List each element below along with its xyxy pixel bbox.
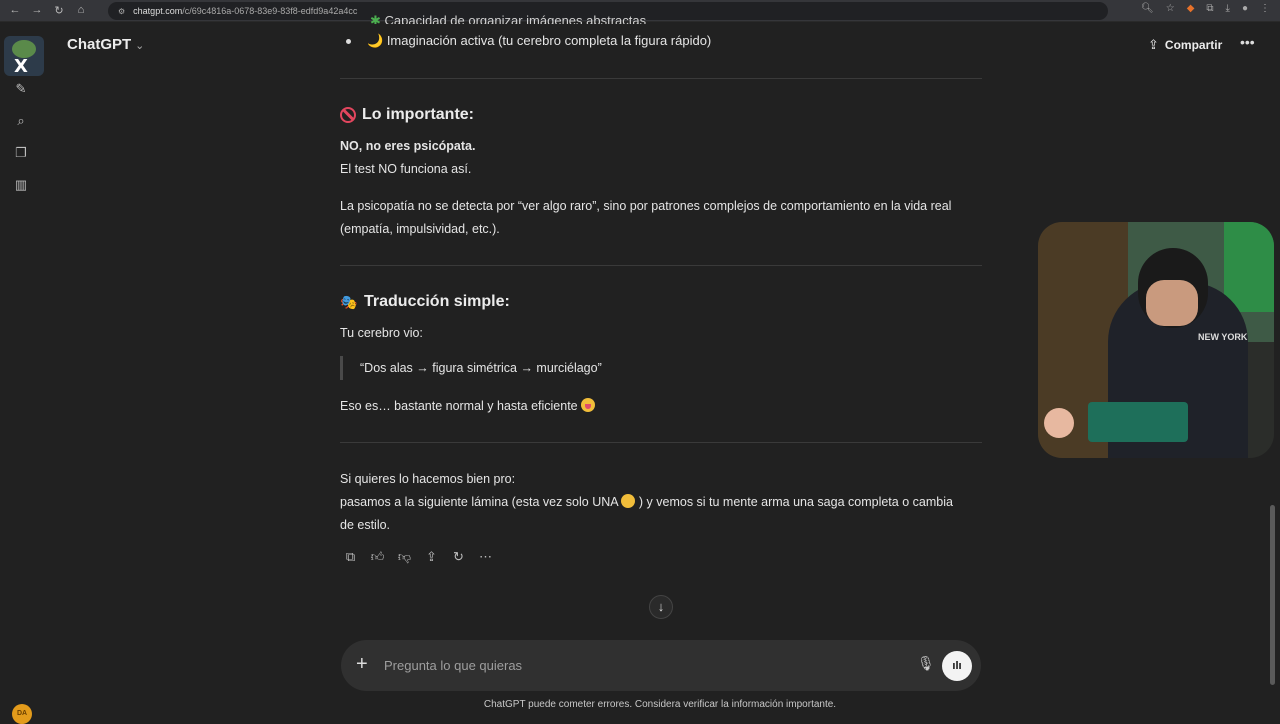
images-icon[interactable]: ❐ <box>12 144 30 162</box>
site-info-icon[interactable]: ⚙ <box>118 7 125 16</box>
section-heading-translation: 🎭 Traducción simple: <box>340 293 510 311</box>
paragraph-text: Eso es… bastante normal y hasta eficient… <box>340 399 578 413</box>
library-icon[interactable]: ▥ <box>12 176 30 194</box>
section-heading-important: Lo importante: <box>340 106 474 124</box>
closing-line: Si quieres lo hacemos bien pro: <box>340 472 516 486</box>
intro-line: Tu cerebro vio: <box>340 326 423 340</box>
thumbs-down-icon[interactable]: 👎︎ <box>396 549 413 565</box>
truncated-bullet-text: Capacidad de organizar imágenes abstract… <box>384 13 647 24</box>
scrollbar[interactable] <box>1270 505 1275 685</box>
webcam-green-light <box>1224 222 1274 312</box>
webcam-sticker <box>1044 408 1074 438</box>
message-actions: ⧉ 👍︎ 👎︎ ⇪ ↻ ⋯ <box>342 549 494 565</box>
profile-icon[interactable]: ● <box>1242 3 1248 14</box>
extensions-puzzle-icon[interactable]: ⧉ <box>1206 3 1213 14</box>
paragraph: La psicopatía no se detecta por “ver alg… <box>340 199 952 236</box>
share-icon: ⇪ <box>1148 37 1159 52</box>
zoom-icon[interactable]: 🔍︎ <box>1141 3 1154 14</box>
url-host: chatgpt.com <box>133 6 183 16</box>
webcam-person-face <box>1146 280 1198 326</box>
no-entry-icon <box>340 107 356 123</box>
composer: + 🎙︎ ılı <box>341 640 981 691</box>
share-message-icon[interactable]: ⇪ <box>423 549 440 565</box>
bullet-dot <box>346 39 351 45</box>
more-actions-icon[interactable]: ⋯ <box>477 549 494 565</box>
extension-fox-icon[interactable]: ◆ <box>1187 3 1195 14</box>
truncated-bullet: ✱ Capacidad de organizar imágenes abstra… <box>370 10 646 24</box>
bullet-text: Imaginación activa (tu cerebro completa … <box>386 33 712 48</box>
statement-bold: NO, no eres psicópata. <box>340 139 476 153</box>
tongue-emoji-icon <box>581 398 596 412</box>
back-icon[interactable]: ← <box>8 4 22 17</box>
browser-menu-icon[interactable]: ⋮ <box>1260 3 1270 14</box>
search-icon[interactable]: ⌕ <box>12 112 30 130</box>
divider <box>340 78 982 79</box>
webcam-overlay: NEW YORK <box>1038 222 1274 458</box>
disclaimer-text: ChatGPT puede cometer errores. Considera… <box>483 699 837 710</box>
blockquote: “Dos alas → figura simétrica → murciélag… <box>340 356 602 380</box>
voice-mode-button[interactable]: ılı <box>942 651 972 681</box>
edit-icon[interactable]: ✎ <box>12 80 30 98</box>
share-button[interactable]: ⇪ Compartir <box>1148 37 1222 53</box>
list-item: 🌙 Imaginación activa (tu cerebro complet… <box>346 33 711 49</box>
divider <box>340 265 982 266</box>
moon-emoji: 🌙 <box>367 33 384 48</box>
share-label: Compartir <box>1164 38 1223 52</box>
scroll-down-button[interactable]: ↓ <box>649 595 673 619</box>
url-path: /c/69c4816a-0678-83e9-83f8-edfd9a42a4cc <box>182 6 358 16</box>
closing-text-a: pasamos a la siguiente lámina (esta vez … <box>340 495 618 509</box>
bookmark-star-icon[interactable]: ☆ <box>1166 3 1175 14</box>
prompt-input[interactable] <box>384 655 884 675</box>
browser-extensions: 🔍︎ ☆ ◆ ⧉ ⤓ ● ⋮ <box>1141 3 1270 14</box>
section-heading-text: Traducción simple: <box>364 293 510 310</box>
thumbs-up-icon[interactable]: 👍︎ <box>369 549 386 565</box>
webcam-desk-mat <box>1088 402 1188 442</box>
section-heading-text: Lo importante: <box>362 106 474 123</box>
divider <box>340 442 982 443</box>
app-title: ChatGPT <box>67 36 132 53</box>
closing-paragraph: pasamos a la siguiente lámina (esta vez … <box>340 491 960 537</box>
theater-masks-icon: 🎭 <box>340 294 358 310</box>
puzzle-emoji: ✱ <box>370 13 385 24</box>
logo-mark: X <box>14 56 28 76</box>
browser-nav: ← → ↻ ⌂ <box>0 4 100 17</box>
chevron-down-icon: ⌄ <box>135 40 145 52</box>
wink-emoji-icon <box>621 494 636 508</box>
home-icon[interactable]: ⌂ <box>74 4 88 17</box>
reload-icon[interactable]: ↻ <box>52 4 66 17</box>
webcam-shirt-text: NEW YORK <box>1198 332 1248 342</box>
sidebar: X ✎ ⌕ ❐ ▥ DA <box>0 22 44 724</box>
copy-icon[interactable]: ⧉ <box>342 549 359 565</box>
paragraph: Eso es… bastante normal y hasta eficient… <box>340 395 982 418</box>
profile-logo[interactable]: X <box>4 36 44 76</box>
more-options-icon[interactable]: ••• <box>1240 34 1255 50</box>
microphone-icon[interactable]: 🎙︎ <box>917 655 935 672</box>
plus-icon[interactable]: + <box>356 653 368 676</box>
model-selector[interactable]: ChatGPT ⌄ <box>67 36 144 53</box>
disclaimer: ChatGPT puede cometer errores. Considera… <box>0 699 1280 710</box>
regenerate-icon[interactable]: ↻ <box>450 549 467 565</box>
download-icon[interactable]: ⤓ <box>1226 3 1230 14</box>
forward-icon[interactable]: → <box>30 4 44 17</box>
statement-line: El test NO funciona así. <box>340 162 472 176</box>
